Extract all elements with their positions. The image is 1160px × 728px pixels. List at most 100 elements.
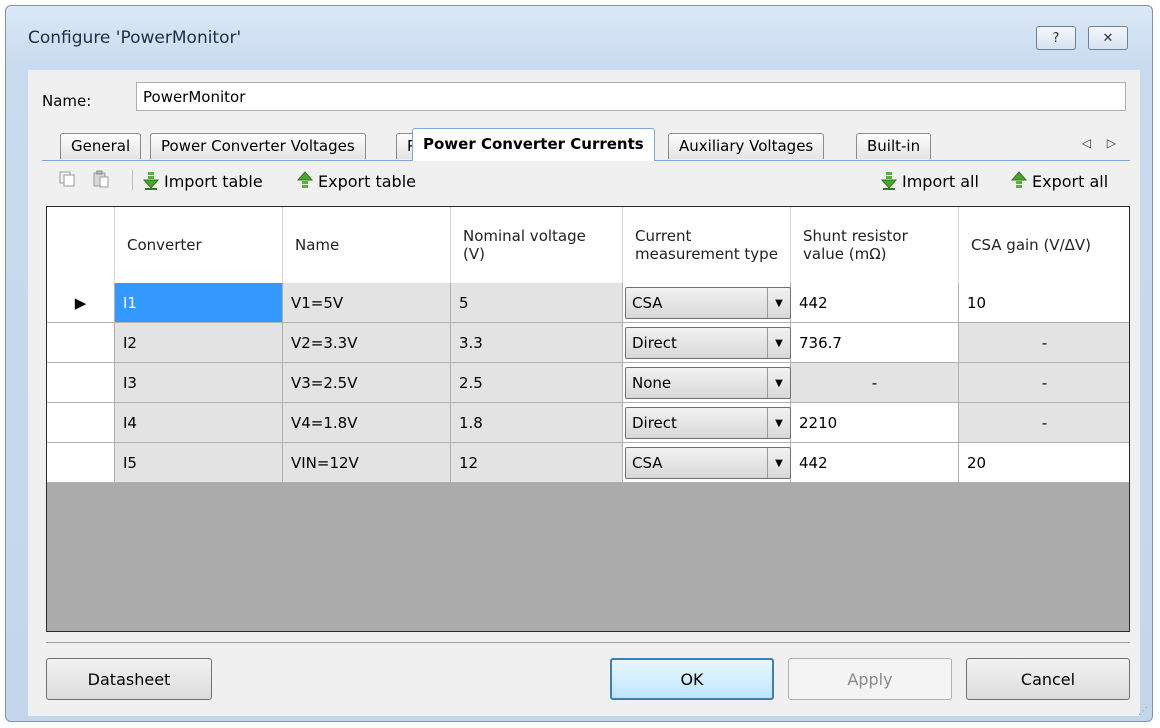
column-header-converter[interactable]: Converter bbox=[115, 207, 283, 283]
measurement-type-cell: Direct ▼ bbox=[623, 323, 791, 363]
tab-power-converter-currents-active[interactable]: Power Converter Currents bbox=[412, 128, 655, 161]
chevron-down-icon[interactable]: ▼ bbox=[767, 408, 790, 438]
export-table-label: Export table bbox=[318, 171, 416, 191]
current-row-indicator-icon: ▶ bbox=[47, 283, 115, 323]
measurement-type-cell: Direct ▼ bbox=[623, 403, 791, 443]
export-table-button[interactable]: Export table bbox=[296, 168, 416, 194]
ok-button[interactable]: OK bbox=[610, 658, 774, 700]
export-all-button[interactable]: Export all bbox=[1010, 168, 1108, 194]
currents-table: Converter Name Nominal voltage (V) Curre… bbox=[46, 206, 1130, 632]
name-cell[interactable]: V2=3.3V bbox=[283, 323, 451, 363]
nominal-voltage-cell[interactable]: 12 bbox=[451, 443, 623, 483]
row-header[interactable] bbox=[47, 443, 115, 483]
tab-auxiliary-voltages[interactable]: Auxiliary Voltages bbox=[668, 133, 825, 159]
import-all-arrow-icon bbox=[880, 172, 898, 190]
export-all-arrow-icon bbox=[1010, 171, 1028, 188]
csa-gain-cell: - bbox=[959, 403, 1129, 443]
table-header-row: Converter Name Nominal voltage (V) Curre… bbox=[47, 207, 1129, 284]
measurement-type-value: Direct bbox=[632, 334, 677, 352]
toolbar: Import table Export table Import all Exp… bbox=[42, 164, 1130, 198]
table-row[interactable]: I2 V2=3.3V 3.3 Direct ▼ 736.7 - bbox=[47, 323, 1129, 363]
measurement-type-dropdown[interactable]: Direct ▼ bbox=[625, 327, 791, 359]
measurement-type-dropdown[interactable]: Direct ▼ bbox=[625, 407, 791, 439]
shunt-resistor-cell[interactable]: 2210 bbox=[791, 403, 959, 443]
converter-cell[interactable]: I1 bbox=[115, 283, 283, 323]
converter-cell[interactable]: I4 bbox=[115, 403, 283, 443]
row-header[interactable] bbox=[47, 363, 115, 403]
shunt-resistor-cell[interactable]: 736.7 bbox=[791, 323, 959, 363]
paste-icon[interactable] bbox=[92, 170, 110, 188]
chevron-down-icon[interactable]: ▼ bbox=[767, 368, 790, 398]
help-button[interactable]: ? bbox=[1036, 26, 1076, 50]
column-header-nominal-voltage[interactable]: Nominal voltage (V) bbox=[451, 207, 623, 283]
converter-cell[interactable]: I5 bbox=[115, 443, 283, 483]
name-cell[interactable]: VIN=12V bbox=[283, 443, 451, 483]
shunt-resistor-cell[interactable]: 442 bbox=[791, 283, 959, 323]
tab-general[interactable]: General bbox=[60, 133, 142, 159]
chevron-down-icon[interactable]: ▼ bbox=[767, 288, 790, 318]
row-header[interactable] bbox=[47, 323, 115, 363]
shunt-resistor-cell[interactable]: 442 bbox=[791, 443, 959, 483]
column-header-measurement-type[interactable]: Current measurement type bbox=[623, 207, 791, 283]
import-all-button[interactable]: Import all bbox=[880, 168, 979, 194]
tab-power-converter-voltages[interactable]: Power Converter Voltages bbox=[150, 133, 366, 159]
export-arrow-icon bbox=[296, 171, 314, 188]
converter-cell[interactable]: I3 bbox=[115, 363, 283, 403]
name-cell[interactable]: V3=2.5V bbox=[283, 363, 451, 403]
row-header[interactable] bbox=[47, 403, 115, 443]
chevron-down-icon[interactable]: ▼ bbox=[767, 328, 790, 358]
measurement-type-cell: None ▼ bbox=[623, 363, 791, 403]
measurement-type-dropdown[interactable]: None ▼ bbox=[625, 367, 791, 399]
converter-cell[interactable]: I2 bbox=[115, 323, 283, 363]
resize-grip-icon[interactable]: ⋰ bbox=[1138, 706, 1148, 717]
nominal-voltage-cell[interactable]: 5 bbox=[451, 283, 623, 323]
measurement-type-cell: CSA ▼ bbox=[623, 443, 791, 483]
dialog-client-area: Name: General Power Converter Voltages P… bbox=[28, 70, 1140, 716]
close-button[interactable]: ✕ bbox=[1088, 26, 1128, 50]
csa-gain-cell[interactable]: 10 bbox=[959, 283, 1129, 323]
window-title: Configure 'PowerMonitor' bbox=[28, 28, 242, 48]
table-row[interactable]: I3 V3=2.5V 2.5 None ▼ - - bbox=[47, 363, 1129, 403]
measurement-type-dropdown[interactable]: CSA ▼ bbox=[625, 287, 791, 319]
apply-button[interactable]: Apply bbox=[788, 658, 952, 700]
tab-strip: General Power Converter Voltages Power C… bbox=[42, 126, 1130, 161]
copy-icon[interactable] bbox=[58, 170, 76, 188]
help-icon: ? bbox=[1052, 30, 1060, 46]
import-table-button[interactable]: Import table bbox=[142, 168, 263, 194]
row-header-corner bbox=[47, 207, 115, 283]
toolbar-separator bbox=[132, 170, 133, 190]
chevron-down-icon[interactable]: ▼ bbox=[767, 448, 790, 478]
nominal-voltage-cell[interactable]: 3.3 bbox=[451, 323, 623, 363]
import-arrow-icon bbox=[142, 172, 160, 190]
measurement-type-value: CSA bbox=[632, 294, 663, 312]
csa-gain-cell[interactable]: 20 bbox=[959, 443, 1129, 483]
table-row[interactable]: I4 V4=1.8V 1.8 Direct ▼ 2210 - bbox=[47, 403, 1129, 443]
measurement-type-value: Direct bbox=[632, 414, 677, 432]
name-label: Name: bbox=[42, 92, 92, 110]
measurement-type-value: CSA bbox=[632, 454, 663, 472]
column-header-shunt-resistor[interactable]: Shunt resistor value (mΩ) bbox=[791, 207, 959, 283]
datasheet-button[interactable]: Datasheet bbox=[46, 658, 212, 700]
csa-gain-cell: - bbox=[959, 323, 1129, 363]
name-input[interactable] bbox=[136, 82, 1126, 111]
tab-built-in[interactable]: Built-in bbox=[856, 133, 932, 159]
measurement-type-value: None bbox=[632, 374, 672, 392]
cancel-button[interactable]: Cancel bbox=[966, 658, 1130, 700]
table-row[interactable]: ▶ I1 V1=5V 5 CSA ▼ 442 10 bbox=[47, 283, 1129, 323]
column-header-csa-gain[interactable]: CSA gain (V/ΔV) bbox=[959, 207, 1129, 283]
tab-scroll-arrows[interactable]: ◁ ▷ bbox=[1082, 136, 1122, 150]
configure-dialog: Configure 'PowerMonitor' ? ✕ Name: Gener… bbox=[5, 5, 1153, 722]
shunt-resistor-cell: - bbox=[791, 363, 959, 403]
nominal-voltage-cell[interactable]: 1.8 bbox=[451, 403, 623, 443]
import-all-label: Import all bbox=[902, 171, 979, 191]
export-all-label: Export all bbox=[1032, 171, 1109, 191]
name-cell[interactable]: V4=1.8V bbox=[283, 403, 451, 443]
measurement-type-cell: CSA ▼ bbox=[623, 283, 791, 323]
close-icon: ✕ bbox=[1102, 30, 1114, 46]
nominal-voltage-cell[interactable]: 2.5 bbox=[451, 363, 623, 403]
csa-gain-cell: - bbox=[959, 363, 1129, 403]
column-header-name[interactable]: Name bbox=[283, 207, 451, 283]
table-row[interactable]: I5 VIN=12V 12 CSA ▼ 442 20 bbox=[47, 443, 1129, 483]
name-cell[interactable]: V1=5V bbox=[283, 283, 451, 323]
measurement-type-dropdown[interactable]: CSA ▼ bbox=[625, 447, 791, 479]
